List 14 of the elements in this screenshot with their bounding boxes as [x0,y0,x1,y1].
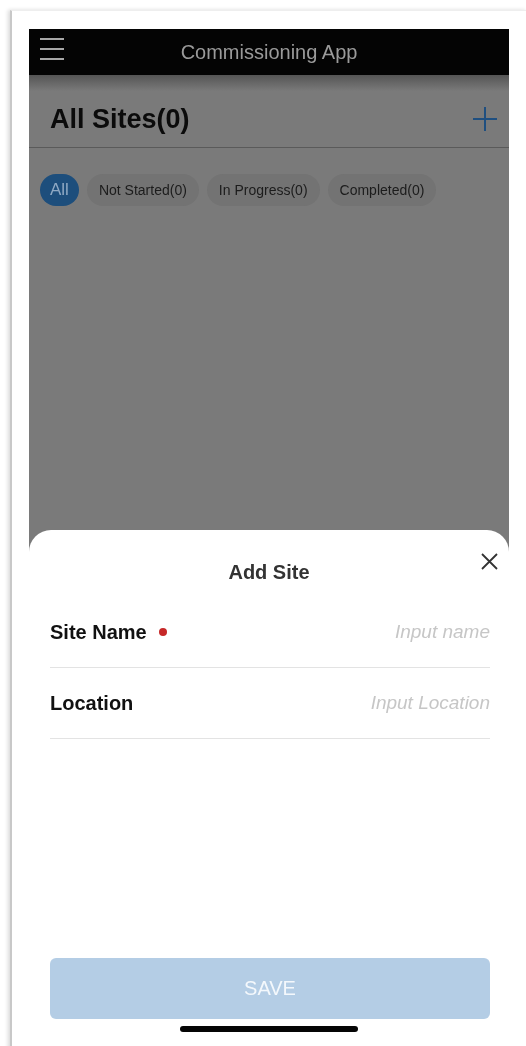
menu-icon[interactable] [39,36,65,62]
filter-chip[interactable]: Not Started(0) [86,174,199,206]
input-field[interactable]: Input name [290,621,490,643]
page-title: All Sites(0) [50,103,190,135]
field-label: Site Name [50,620,147,644]
required-dot [158,628,167,636]
sheet-title: Add Site [228,561,310,585]
field-label: Location [50,691,134,715]
filter-chip[interactable]: In Progress(0) [206,174,320,206]
filter-chip[interactable]: All [40,174,79,206]
filter-chip[interactable]: Completed(0) [327,174,437,206]
app-title: Commissioning App [180,40,358,64]
close-icon[interactable] [481,553,498,570]
input-field[interactable]: Input Location [290,692,490,714]
